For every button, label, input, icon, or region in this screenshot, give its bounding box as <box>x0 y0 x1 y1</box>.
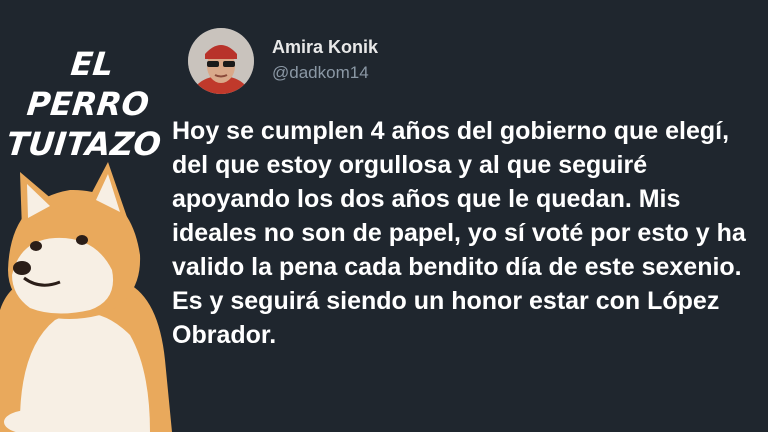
tweet-text: Hoy se cumplen 4 años del gobierno que e… <box>172 117 746 349</box>
tweet-author: Amira Konik @dadkom14 <box>272 36 378 84</box>
avatar-image <box>188 28 254 94</box>
doge-illustration <box>0 162 172 432</box>
brand-line-2: TUITAZO <box>4 125 163 163</box>
brand-line-1: EL PERRO <box>25 45 151 123</box>
author-handle[interactable]: @dadkom14 <box>272 62 378 84</box>
brand-logo: EL PERRO TUITAZO <box>2 44 175 164</box>
avatar <box>188 28 254 94</box>
author-name[interactable]: Amira Konik <box>272 36 378 58</box>
